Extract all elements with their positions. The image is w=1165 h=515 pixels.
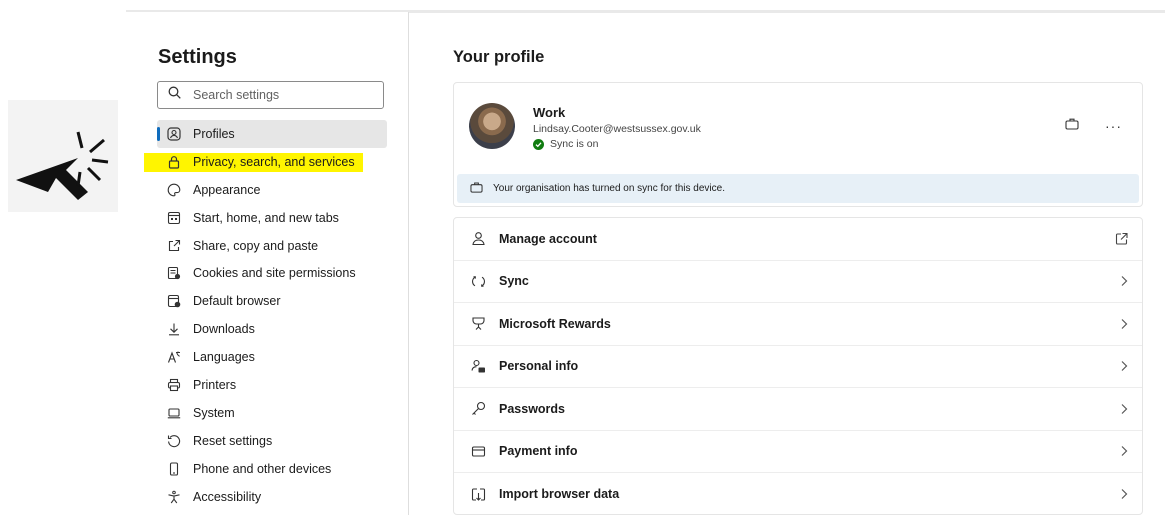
page-title: Your profile	[453, 48, 545, 66]
nav-item-appearance[interactable]: Appearance	[157, 176, 387, 204]
nav-item-printers[interactable]: Printers	[157, 371, 387, 399]
personal-info-icon	[470, 358, 486, 374]
system-icon	[166, 405, 182, 421]
nav-item-cookies[interactable]: Cookies and site permissions	[157, 259, 387, 287]
passwords-row[interactable]: Passwords	[454, 388, 1142, 431]
chevron-right-icon	[1120, 403, 1128, 415]
import-browser-data-row[interactable]: Import browser data	[454, 473, 1142, 514]
search-box[interactable]	[157, 81, 384, 109]
microsoft-rewards-row[interactable]: Microsoft Rewards	[454, 303, 1142, 346]
nav-item-downloads[interactable]: Downloads	[157, 315, 387, 343]
rewards-icon	[470, 316, 486, 332]
chevron-right-icon	[1120, 488, 1128, 500]
search-icon	[168, 86, 181, 104]
profile-email: Lindsay.Cooter@westsussex.gov.uk	[533, 123, 701, 135]
nav-label: Reset settings	[193, 433, 273, 448]
payment-info-row[interactable]: Payment info	[454, 431, 1142, 473]
nav-label: Phone and other devices	[193, 461, 332, 476]
row-label: Payment info	[499, 444, 578, 459]
settings-nav: Profiles Privacy, search, and services A…	[144, 120, 387, 511]
nav-label: Accessibility	[193, 489, 262, 504]
nav-item-start-home[interactable]: Start, home, and new tabs	[157, 204, 387, 232]
settings-title: Settings	[158, 46, 237, 68]
nav-label: Cookies and site permissions	[193, 266, 356, 281]
cursor-callout-image	[8, 100, 118, 212]
check-icon	[533, 138, 544, 150]
languages-icon	[166, 349, 182, 365]
sync-row[interactable]: Sync	[454, 261, 1142, 303]
nav-item-privacy[interactable]: Privacy, search, and services	[144, 148, 387, 176]
chevron-right-icon	[1120, 445, 1128, 457]
nav-item-default-browser[interactable]: Default browser	[157, 287, 387, 315]
profile-options-list: Manage account Sync Microsoft Rewards Pe…	[453, 217, 1143, 515]
external-link-icon	[1115, 232, 1128, 245]
accessibility-icon	[166, 489, 182, 505]
briefcase-icon	[470, 181, 483, 196]
org-sync-notice: Your organisation has turned on sync for…	[457, 174, 1139, 203]
cookies-icon	[166, 265, 182, 281]
chevron-right-icon	[1120, 360, 1128, 372]
nav-label: System	[193, 405, 235, 420]
nav-label: Default browser	[193, 294, 281, 309]
browser-icon	[166, 293, 182, 309]
phone-icon	[166, 461, 182, 477]
nav-label: Share, copy and paste	[193, 238, 319, 253]
more-options-icon[interactable]: ···	[1105, 118, 1122, 134]
sync-icon	[470, 273, 486, 289]
nav-item-share[interactable]: Share, copy and paste	[157, 232, 387, 260]
settings-sidebar: Settings Profiles Privacy, search, and s…	[126, 12, 409, 515]
nav-label: Downloads	[193, 322, 255, 337]
nav-label: Privacy, search, and services	[193, 154, 355, 169]
account-icon	[470, 231, 486, 247]
key-icon	[470, 401, 486, 417]
appearance-icon	[166, 182, 182, 198]
start-icon	[166, 210, 182, 226]
row-label: Manage account	[499, 231, 597, 246]
profile-card: Work Lindsay.Cooter@westsussex.gov.uk Sy…	[453, 82, 1143, 207]
org-notice-text: Your organisation has turned on sync for…	[493, 183, 725, 194]
profile-icon	[166, 126, 182, 142]
row-label: Passwords	[499, 401, 566, 416]
chevron-right-icon	[1120, 275, 1128, 287]
chevron-right-icon	[1120, 318, 1128, 330]
nav-label: Profiles	[193, 126, 235, 141]
row-label: Personal info	[499, 359, 579, 374]
card-icon	[470, 443, 486, 459]
nav-item-profiles[interactable]: Profiles	[157, 120, 387, 148]
download-icon	[166, 321, 182, 337]
row-label: Sync	[499, 274, 529, 289]
profile-actions: ···	[1065, 117, 1122, 135]
pane-divider	[408, 12, 409, 515]
profile-name: Work	[533, 105, 566, 120]
import-icon	[470, 486, 486, 502]
manage-account-row[interactable]: Manage account	[454, 218, 1142, 261]
share-icon	[166, 238, 182, 254]
nav-item-accessibility[interactable]: Accessibility	[157, 483, 387, 511]
main-content: Your profile Work Lindsay.Cooter@westsus…	[453, 0, 1143, 515]
reset-icon	[166, 433, 182, 449]
nav-item-languages[interactable]: Languages	[157, 343, 387, 371]
search-input[interactable]	[191, 87, 375, 103]
row-label: Microsoft Rewards	[499, 316, 611, 331]
sync-status-label: Sync is on	[550, 138, 599, 150]
avatar[interactable]	[469, 103, 515, 149]
nav-label: Languages	[193, 350, 255, 365]
sync-status: Sync is on	[533, 138, 598, 150]
lock-icon	[166, 154, 182, 170]
nav-label: Start, home, and new tabs	[193, 210, 339, 225]
nav-label: Appearance	[193, 182, 261, 197]
nav-item-system[interactable]: System	[157, 399, 387, 427]
row-label: Import browser data	[499, 487, 620, 502]
briefcase-icon[interactable]	[1065, 117, 1079, 135]
pointer-arrow-icon	[16, 131, 109, 200]
nav-label: Printers	[193, 377, 237, 392]
nav-item-phone[interactable]: Phone and other devices	[157, 455, 387, 483]
nav-item-reset[interactable]: Reset settings	[157, 427, 387, 455]
printer-icon	[166, 377, 182, 393]
personal-info-row[interactable]: Personal info	[454, 346, 1142, 388]
